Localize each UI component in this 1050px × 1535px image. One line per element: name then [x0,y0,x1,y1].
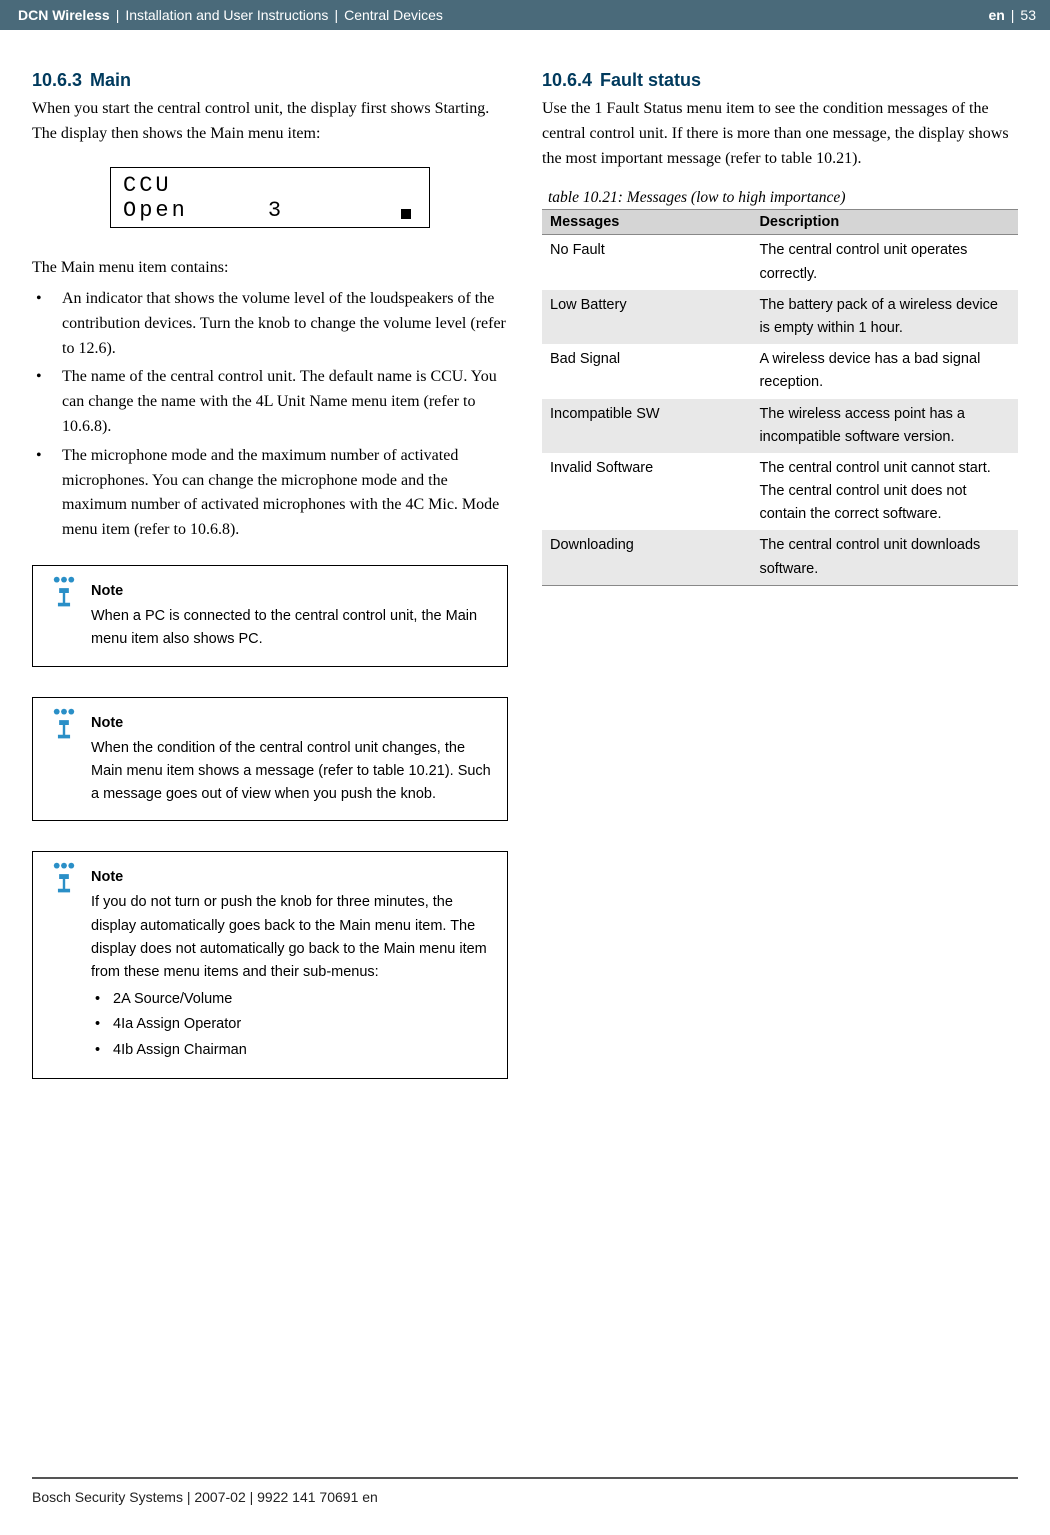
msg-cell: No Fault [542,235,751,290]
note-body: Note If you do not turn or push the knob… [91,866,493,1064]
table-row: Invalid Software The central control uni… [542,453,1018,531]
messages-table: Messages Description No Fault The centra… [542,209,1018,585]
desc-cell: The wireless access point has a incompat… [751,399,1018,453]
table-row: Incompatible SW The wireless access poin… [542,399,1018,453]
table-row: Bad Signal A wireless device has a bad s… [542,344,1018,398]
note-box: Note When the condition of the central c… [32,697,508,822]
sep: | [334,7,338,23]
table-row: No Fault The central control unit operat… [542,235,1018,290]
section-name: Central Devices [344,7,443,23]
msg-cell: Downloading [542,530,751,585]
cursor-icon [401,209,411,219]
note-text: When the condition of the central contro… [91,737,493,807]
info-icon [47,862,81,896]
msg-cell: Invalid Software [542,453,751,531]
list-item: 2A Source/Volume [91,988,493,1011]
desc-cell: The central control unit operates correc… [751,235,1018,290]
header-right: en | 53 [988,7,1036,23]
note-title: Note [91,866,493,889]
info-icon [47,576,81,610]
list-item: The name of the central control unit. Th… [32,365,508,439]
list-item: An indicator that shows the volume level… [32,287,508,361]
list-intro: The Main menu item contains: [32,256,508,281]
lcd-count: 3 [268,198,283,223]
note-text: If you do not turn or push the knob for … [91,891,493,984]
intro-text: Use the 1 Fault Status menu item to see … [542,97,1018,171]
desc-cell: The battery pack of a wireless device is… [751,290,1018,344]
lcd-display: CCU Open 3 [110,167,430,229]
section-heading-main: 10.6.3 Main [32,70,508,91]
list-item: 4Ia Assign Operator [91,1013,493,1036]
page-header: DCN Wireless | Installation and User Ins… [0,0,1050,30]
product-name: DCN Wireless [18,7,110,23]
note-body: Note When the condition of the central c… [91,712,493,807]
lcd-mode: Open [123,198,188,223]
note-body: Note When a PC is connected to the centr… [91,580,493,652]
msg-cell: Low Battery [542,290,751,344]
section-number: 10.6.4 [542,70,592,90]
sep: | [116,7,120,23]
desc-cell: The central control unit cannot start. T… [751,453,1018,531]
table-row: Low Battery The battery pack of a wirele… [542,290,1018,344]
col-header: Messages [542,210,751,235]
lcd-line1: CCU [123,173,417,198]
header-left: DCN Wireless | Installation and User Ins… [18,7,443,23]
table-row: Downloading The central control unit dow… [542,530,1018,585]
doc-type: Installation and User Instructions [125,7,328,23]
section-heading-fault: 10.6.4 Fault status [542,70,1018,91]
main-list: An indicator that shows the volume level… [32,287,508,543]
msg-cell: Bad Signal [542,344,751,398]
desc-cell: A wireless device has a bad signal recep… [751,344,1018,398]
msg-cell: Incompatible SW [542,399,751,453]
lcd-line2: Open 3 [123,198,417,223]
list-item: The microphone mode and the maximum numb… [32,444,508,543]
lang-code: en [988,7,1004,23]
note-text: When a PC is connected to the central co… [91,605,493,651]
table-caption: table 10.21: Messages (low to high impor… [548,189,1018,207]
col-header: Description [751,210,1018,235]
sep: | [1011,7,1015,23]
section-number: 10.6.3 [32,70,82,90]
left-column: 10.6.3 Main When you start the central co… [32,70,508,1109]
right-column: 10.6.4 Fault status Use the 1 Fault Statu… [542,70,1018,1109]
content-area: 10.6.3 Main When you start the central co… [0,30,1050,1109]
list-item: 4Ib Assign Chairman [91,1039,493,1062]
section-title: Main [90,70,131,90]
intro-text: When you start the central control unit,… [32,97,508,147]
note-title: Note [91,580,493,603]
info-icon [47,708,81,742]
section-title: Fault status [600,70,701,90]
note-sublist: 2A Source/Volume 4Ia Assign Operator 4Ib… [91,988,493,1062]
page-number: 53 [1020,7,1036,23]
note-box: Note When a PC is connected to the centr… [32,565,508,667]
footer-text: Bosch Security Systems | 2007-02 | 9922 … [32,1489,378,1505]
note-box: Note If you do not turn or push the knob… [32,851,508,1079]
desc-cell: The central control unit downloads softw… [751,530,1018,585]
page-footer: Bosch Security Systems | 2007-02 | 9922 … [32,1477,1018,1505]
table-header-row: Messages Description [542,210,1018,235]
note-title: Note [91,712,493,735]
